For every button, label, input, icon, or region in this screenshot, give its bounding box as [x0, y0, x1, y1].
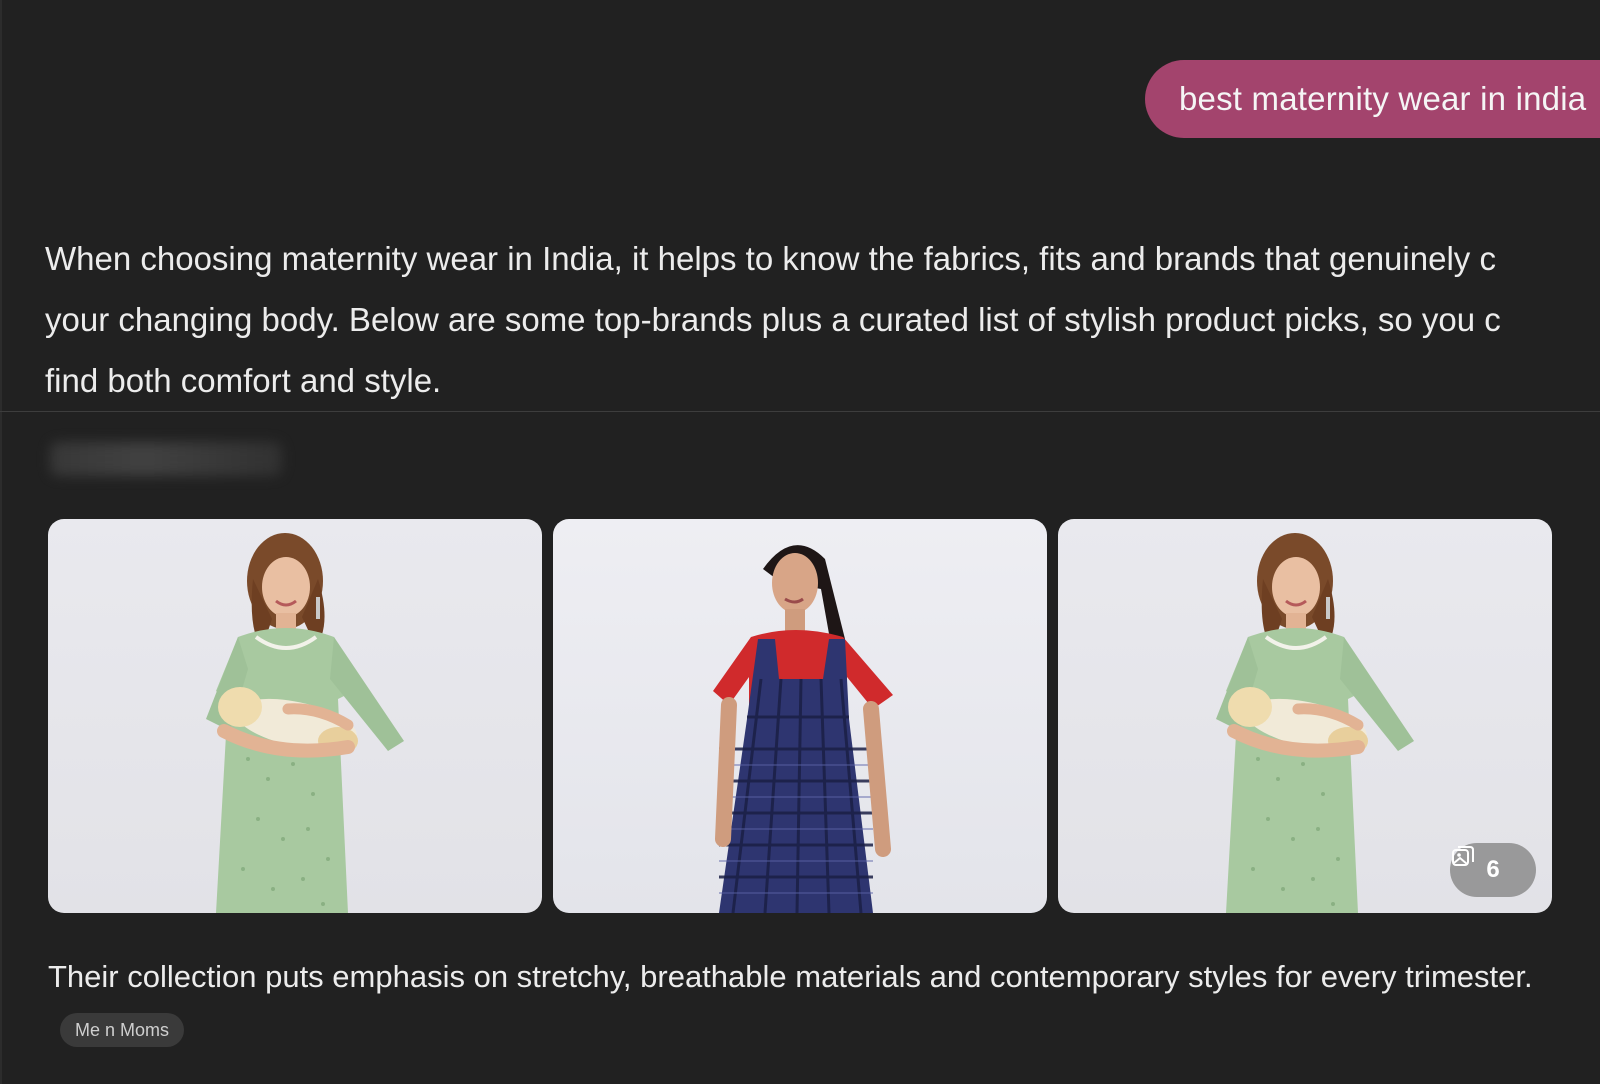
product-image-2[interactable]	[553, 519, 1047, 913]
product-image-gallery[interactable]: 6	[48, 519, 1554, 913]
intro-line: find both comfort and style.	[45, 362, 442, 399]
left-edge-divider	[0, 0, 2, 1084]
brand-description-text: Their collection puts emphasis on stretc…	[48, 959, 1533, 994]
brand-description: Their collection puts emphasis on stretc…	[48, 950, 1588, 1058]
image-count-text: 6	[1486, 856, 1500, 883]
intro-line: When choosing maternity wear in India, i…	[45, 240, 1496, 277]
source-citation-chip[interactable]: Me n Moms	[60, 1012, 185, 1047]
gallery-icon	[1452, 846, 1474, 866]
chat-page: best maternity wear in india When choosi…	[0, 0, 1600, 1084]
image-count-badge[interactable]: 6	[1450, 843, 1536, 897]
intro-line: your changing body. Below are some top-b…	[45, 301, 1501, 338]
product-image-3[interactable]: 6	[1058, 519, 1552, 913]
section-divider	[0, 411, 1600, 412]
user-message-bubble: best maternity wear in india	[1145, 60, 1600, 138]
user-message-text: best maternity wear in india	[1179, 80, 1587, 117]
assistant-intro-paragraph: When choosing maternity wear in India, i…	[45, 228, 1600, 411]
product-image-1[interactable]	[48, 519, 542, 913]
blurred-brand-heading	[50, 442, 282, 476]
